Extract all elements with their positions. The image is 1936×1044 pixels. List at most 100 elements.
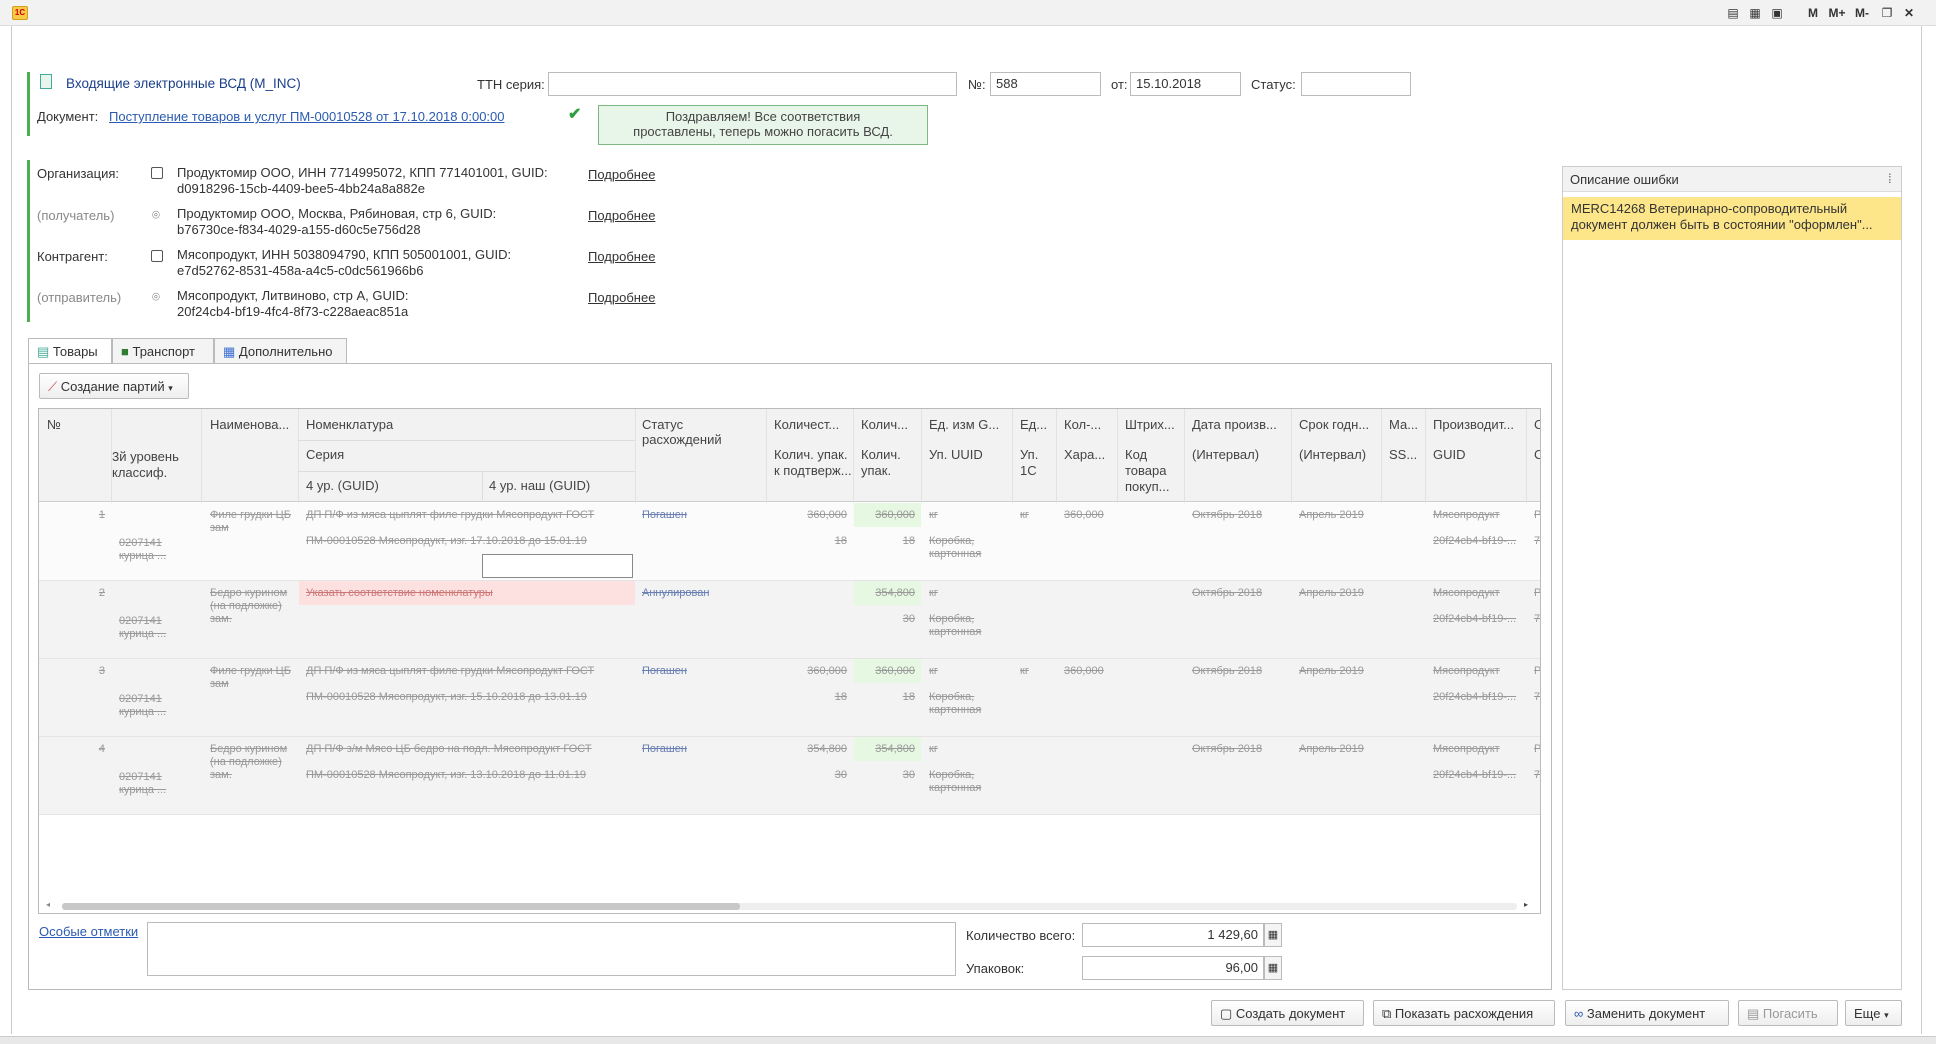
truck-icon: ■ [121,344,129,359]
restore-icon[interactable]: ❐ [1880,5,1894,21]
row4-pack-unit: Коробка, картонная [929,769,982,794]
recipient-more-link[interactable]: Подробнее [588,208,655,223]
calculator-icon[interactable]: ▦ [1264,956,1282,980]
ttn-series-input[interactable] [548,72,957,96]
counterparty-more-link[interactable]: Подробнее [588,249,655,264]
col-producer[interactable]: Производит... [1433,417,1514,432]
row2-g: 7 [1534,613,1541,625]
col-prod-interval[interactable]: (Интервал) [1192,447,1259,462]
col-prod-date[interactable]: Дата произв... [1192,417,1277,432]
row1-g: 7 [1534,535,1541,547]
col-pack-1c[interactable]: Уп. 1С [1020,447,1054,479]
column-resize-icon[interactable]: ⁞ [1888,171,1892,186]
row1-nomenclature: ДП П/Ф из мяса цыплят филе грудки Мясопр… [306,509,595,521]
col-pack-uuid[interactable]: Уп. UUID [929,447,983,462]
replace-document-button[interactable]: ∞ Заменить документ [1565,1000,1729,1026]
memory-plus-button[interactable]: M+ [1826,5,1848,21]
document-link[interactable]: Поступление товаров и услуг ПМ-00010528 … [109,109,505,124]
tab-goods[interactable]: ▤ Товары [28,338,112,364]
col-unit[interactable]: Ед... [1020,417,1047,432]
row4-producer: Мясопродукт [1433,743,1500,755]
error-panel [1562,166,1902,990]
calculator-icon[interactable]: ▦ [1264,923,1282,947]
col-ss[interactable]: SS... [1389,447,1417,462]
error-message-row[interactable]: MERC14268 Ветеринарно-сопроводительный д… [1563,197,1901,240]
col-barcode[interactable]: Штрих... [1125,417,1175,432]
row3-prod: Октябрь 2018 [1192,665,1263,677]
error-message-line2: документ должен быть в состоянии "оформл… [1571,217,1873,232]
col-count[interactable]: Кол-... [1064,417,1101,432]
col-status[interactable]: Статус расхождений [642,417,722,447]
col-expiry[interactable]: Срок годн... [1299,417,1369,432]
scroll-right-icon[interactable]: ▸ [1524,900,1528,909]
row2-packs2: 30 [902,613,915,625]
guid4-ours-editor[interactable] [482,554,633,578]
col-guid[interactable]: GUID [1433,447,1466,462]
row4-packs: 30 [834,769,847,781]
checkmark-icon: ✔ [568,106,582,123]
row3-name: Филе грудки ЦБ зам [210,665,292,690]
col-c[interactable]: С [1534,417,1540,432]
print-icon[interactable]: ▤ [1726,5,1740,21]
col-qty-pack[interactable]: Колич. упак. [861,447,911,479]
scroll-left-icon[interactable]: ◂ [46,900,50,909]
special-marks-link[interactable]: Особые отметки [39,924,138,939]
counterparty-line1: Мясопродукт, ИНН 5038094790, КПП 5050010… [177,247,512,262]
create-batches-button[interactable]: ⟋ Создание партий ▾ [39,373,189,399]
tab-transport[interactable]: ■ Транспорт [112,338,214,363]
memory-button[interactable]: M [1806,5,1820,21]
replace-document-label: Заменить документ [1586,1006,1706,1021]
col-num[interactable]: № [47,417,61,432]
close-icon[interactable]: ✕ [1902,5,1916,21]
show-discrepancies-button[interactable]: ⧉ Показать расхождения [1373,1000,1555,1026]
total-input[interactable]: 1 429,60 [1082,923,1264,947]
col-expiry-interval[interactable]: (Интервал) [1299,447,1366,462]
sender-more-link[interactable]: Подробнее [588,290,655,305]
col-class3[interactable]: 3й уровень классиф. [112,449,192,481]
row2-nomenclature[interactable]: Указать соответствие номенклатуры [306,587,631,599]
date-input[interactable]: 15.10.2018 [1130,72,1241,96]
create-document-button[interactable]: ▢ Создать документ [1211,1000,1364,1026]
col-c2[interactable]: С [1534,447,1540,462]
row2-p: Р [1534,587,1541,599]
calculator-icon[interactable]: ▦ [1748,5,1762,21]
ttn-series-label: ТТН серия: [477,77,545,92]
packs-input[interactable]: 96,00 [1082,956,1264,980]
scrollbar-thumb[interactable] [62,903,740,910]
row4-guid: 20f24cb4-bf19-... [1433,769,1517,781]
calendar-icon[interactable]: ▣ [1770,5,1784,21]
number-input[interactable]: 588 [990,72,1101,96]
col-qty-pack-confirm[interactable]: Колич. упак. к подтверж... [774,447,852,479]
tab-additional[interactable]: ▦ Дополнительно [214,338,347,363]
redeem-button[interactable]: ▤ Погасить [1738,1000,1838,1026]
col-qty2[interactable]: Колич... [861,417,908,432]
col-ma[interactable]: Ма... [1389,417,1418,432]
row4-status: Погашен [642,743,687,755]
row3-status: Погашен [642,665,687,677]
col-unit-g[interactable]: Ед. изм G... [929,417,999,432]
status-input[interactable] [1301,72,1411,96]
more-button[interactable]: Еще ▾ [1845,1000,1902,1026]
col-char[interactable]: Хара... [1064,447,1105,462]
building-icon [151,167,163,179]
goods-table[interactable]: № 3й уровень классиф. Наименова... Номен… [38,408,1541,914]
col-series[interactable]: Серия [306,447,344,462]
organization-more-link[interactable]: Подробнее [588,167,655,182]
col-nomenclature[interactable]: Номенклатура [306,417,393,432]
special-marks-input[interactable] [147,922,956,976]
row3-packs: 18 [834,691,847,703]
row4-class: 0207141 курица ... [119,771,167,796]
col-product-code[interactable]: Код товара покуп... [1125,447,1181,495]
row4-series: ПМ-00010528 Мясопродукт, изг. 13.10.2018… [306,769,587,781]
memory-minus-button[interactable]: M- [1852,5,1872,21]
col-name[interactable]: Наименова... [210,417,289,432]
row1-p: Р [1534,509,1541,521]
row4-exp: Апрель 2019 [1299,743,1364,755]
row2-class: 0207141 курица ... [119,615,167,640]
col-qty[interactable]: Количест... [774,417,839,432]
col-guid4[interactable]: 4 ур. (GUID) [306,478,379,493]
row3-packs2: 18 [902,691,915,703]
show-discrepancies-label: Показать расхождения [1394,1006,1534,1021]
col-guid4-ours[interactable]: 4 ур. наш (GUID) [489,478,590,493]
organization-details: Продуктомир ООО, ИНН 7714995072, КПП 771… [177,165,548,197]
